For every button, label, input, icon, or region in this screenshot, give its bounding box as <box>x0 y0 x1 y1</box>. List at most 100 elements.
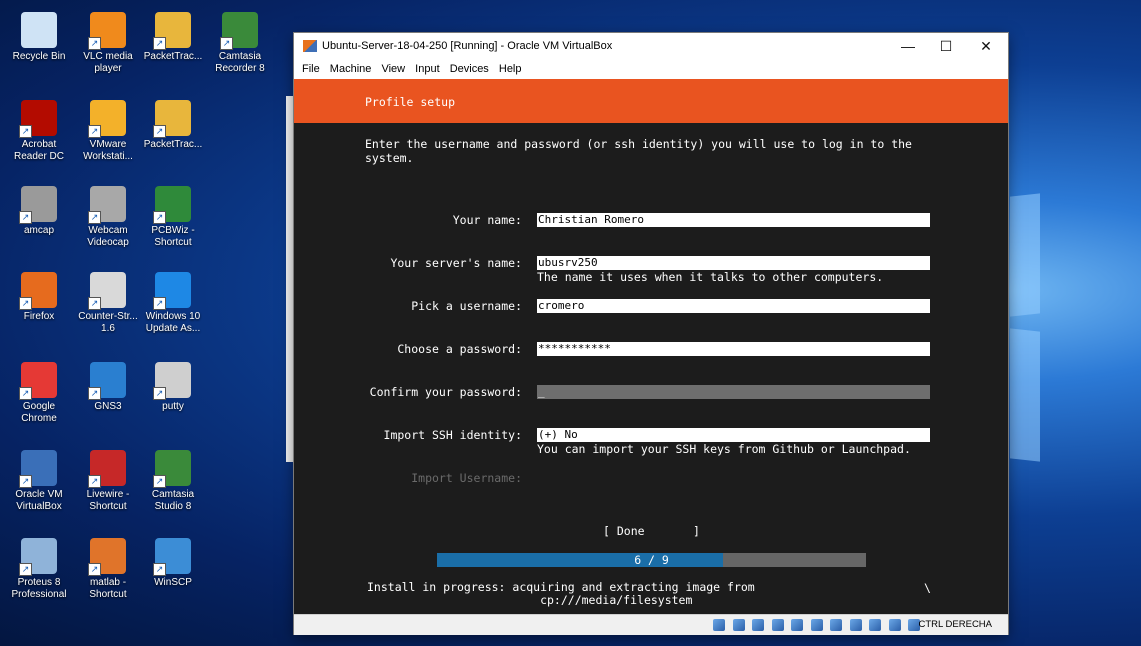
desktop-icon[interactable]: ↗ amcap <box>7 186 71 237</box>
installer-title: Profile setup <box>365 95 456 109</box>
network-icon[interactable] <box>771 619 784 631</box>
shortcut-arrow-icon: ↗ <box>153 125 166 138</box>
desktop-icon[interactable]: ↗ Firefox <box>7 272 71 323</box>
install-status: Install in progress: acquiring and extra… <box>367 580 755 607</box>
windows-icon: ↗ <box>153 272 191 310</box>
desktop-icon-label: Camtasia Recorder 8 <box>215 51 265 74</box>
desktop-icon[interactable]: Recycle Bin <box>7 12 71 63</box>
shortcut-arrow-icon: ↗ <box>88 37 101 50</box>
minimize-button[interactable]: — <box>889 35 927 57</box>
amcap-icon: ↗ <box>19 186 57 224</box>
winscp-icon: ↗ <box>153 538 191 576</box>
desktop-icon[interactable]: ↗ Livewire - Shortcut <box>76 450 140 513</box>
desktop-icon-label: VMware Workstati... <box>83 139 133 162</box>
desktop-icon-label: Livewire - Shortcut <box>86 489 130 512</box>
server-name-hint: The name it uses when it talks to other … <box>537 270 884 284</box>
vlc-icon: ↗ <box>88 12 126 50</box>
desktop-icon-label: GNS3 <box>94 401 122 412</box>
ssh-identity-hint: You can import your SSH keys from Github… <box>537 442 911 456</box>
window-title: Ubuntu-Server-18-04-250 [Running] - Orac… <box>322 40 613 52</box>
camtasia-recorder-icon: ↗ <box>220 12 258 50</box>
desktop-icon-label: Acrobat Reader DC <box>13 139 65 162</box>
ssh-identity-select[interactable]: (+) No <box>537 428 930 442</box>
packet-tracer-icon: ↗ <box>153 100 191 138</box>
installer-header: Profile setup <box>294 79 1008 123</box>
desktop-icon-label: PCBWiz - Shortcut <box>151 225 195 248</box>
pcb-icon: ↗ <box>153 186 191 224</box>
acrobat-icon: ↗ <box>19 100 57 138</box>
shortcut-arrow-icon: ↗ <box>19 387 32 400</box>
desktop-icon[interactable]: ↗ Proteus 8 Professional <box>7 538 71 601</box>
desktop-icon[interactable]: ↗ PacketTrac... <box>141 12 205 63</box>
audio-icon[interactable] <box>752 619 765 631</box>
windows-logo-pane <box>1010 328 1040 462</box>
matlab-icon: ↗ <box>88 538 126 576</box>
usb-icon[interactable] <box>791 619 804 631</box>
menu-file[interactable]: File <box>302 59 320 79</box>
shortcut-arrow-icon: ↗ <box>88 211 101 224</box>
desktop-icon[interactable]: ↗ GNS3 <box>76 362 140 413</box>
desktop-icon[interactable]: ↗ Google Chrome <box>7 362 71 425</box>
desktop-icon[interactable]: ↗ Acrobat Reader DC <box>7 100 71 163</box>
optical-drive-icon[interactable] <box>732 619 745 631</box>
desktop-icon-label: Windows 10 Update As... <box>145 311 201 334</box>
menu-devices[interactable]: Devices <box>450 59 489 79</box>
menu-help[interactable]: Help <box>499 59 522 79</box>
menu-machine[interactable]: Machine <box>330 59 372 79</box>
desktop-icon[interactable]: ↗ PacketTrac... <box>141 100 205 151</box>
vm-screen[interactable]: Profile setup Enter the username and pas… <box>294 79 1008 614</box>
webcam-icon: ↗ <box>88 186 126 224</box>
shortcut-arrow-icon: ↗ <box>153 297 166 310</box>
desktop-icon[interactable]: ↗ VMware Workstati... <box>76 100 140 163</box>
gns3-icon: ↗ <box>88 362 126 400</box>
virtualbox-window[interactable]: Ubuntu-Server-18-04-250 [Running] - Orac… <box>294 33 1008 635</box>
window-titlebar[interactable]: Ubuntu-Server-18-04-250 [Running] - Orac… <box>294 33 1008 59</box>
ssh-identity-label: Import SSH identity: <box>383 428 522 442</box>
shortcut-arrow-icon: ↗ <box>153 211 166 224</box>
password-label: Choose a password: <box>397 342 522 356</box>
desktop-icon[interactable]: ↗ Counter-Str... 1.6 <box>76 272 140 335</box>
password-input[interactable]: *********** <box>537 342 930 356</box>
server-name-input[interactable]: ubusrv250 <box>537 256 930 270</box>
desktop-icon-label: Recycle Bin <box>12 51 66 62</box>
server-name-label: Your server's name: <box>390 256 522 270</box>
display-icon[interactable] <box>830 619 843 631</box>
firefox-icon: ↗ <box>19 272 57 310</box>
desktop-icon[interactable]: ↗ matlab - Shortcut <box>76 538 140 601</box>
menu-view[interactable]: View <box>381 59 405 79</box>
shortcut-arrow-icon: ↗ <box>153 475 166 488</box>
desktop-icon[interactable]: ↗ PCBWiz - Shortcut <box>141 186 205 249</box>
your-name-label: Your name: <box>452 213 522 227</box>
desktop-icon-label: matlab - Shortcut <box>89 577 127 600</box>
camtasia-studio-icon: ↗ <box>153 450 191 488</box>
confirm-password-input[interactable]: _ <box>537 385 930 399</box>
desktop-icon[interactable]: ↗ putty <box>141 362 205 413</box>
counter-strike-icon: ↗ <box>88 272 126 310</box>
your-name-input[interactable]: Christian Romero <box>537 213 930 227</box>
recording-icon[interactable] <box>849 619 862 631</box>
shared-folder-icon[interactable] <box>810 619 823 631</box>
mouse-integration-icon[interactable] <box>888 619 901 631</box>
virtualbox-app-icon <box>303 40 317 52</box>
desktop-icon[interactable]: ↗ Oracle VM VirtualBox <box>7 450 71 513</box>
desktop-icon-label: VLC media player <box>83 51 133 74</box>
done-button[interactable]: [ Done ] <box>603 524 700 538</box>
menu-input[interactable]: Input <box>415 59 439 79</box>
shortcut-arrow-icon: ↗ <box>88 563 101 576</box>
close-button[interactable]: ✕ <box>967 35 1005 57</box>
putty-icon: ↗ <box>153 362 191 400</box>
desktop-icon[interactable]: ↗ Camtasia Studio 8 <box>141 450 205 513</box>
recycle-bin-icon <box>21 12 57 48</box>
desktop-icon[interactable]: ↗ Windows 10 Update As... <box>141 272 205 335</box>
hdd-icon[interactable] <box>713 619 726 631</box>
desktop-icon[interactable]: ↗ WinSCP <box>141 538 205 589</box>
vmware-icon: ↗ <box>88 100 126 138</box>
username-input[interactable]: cromero <box>537 299 930 313</box>
maximize-button[interactable]: ☐ <box>927 35 965 57</box>
intro-text: Enter the username and password (or ssh … <box>365 137 912 165</box>
cpu-icon[interactable] <box>869 619 882 631</box>
desktop-icon[interactable]: ↗ Camtasia Recorder 8 <box>208 12 272 75</box>
import-username-label: Import Username: <box>411 471 522 485</box>
desktop-icon[interactable]: ↗ Webcam Videocap <box>76 186 140 249</box>
desktop-icon[interactable]: ↗ VLC media player <box>76 12 140 75</box>
